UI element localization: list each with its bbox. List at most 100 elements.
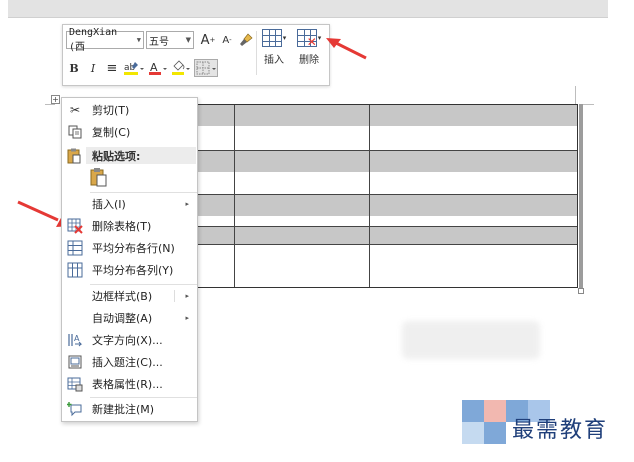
submenu-arrow-icon: ▸	[185, 314, 189, 322]
paste-icon	[67, 148, 83, 164]
borders-button[interactable]	[194, 59, 218, 77]
menu-item-label: 自动调整(A)	[92, 312, 153, 325]
table-selection-bar	[579, 104, 583, 288]
shrink-font-button[interactable]: A-	[219, 31, 235, 49]
font-color-icon: A	[149, 61, 167, 75]
chevron-down-icon: ▾	[282, 34, 287, 42]
menu-item-border-styles[interactable]: 边框样式(B) ▸	[62, 286, 197, 306]
menu-item-text-direction[interactable]: A 文字方向(X)...	[62, 330, 197, 350]
new-comment-icon	[67, 401, 83, 417]
context-menu: ✂ 剪切(T) 复制(C) 粘贴选项: 插入(I) ▸ 删除表格(T) 平均分布…	[61, 97, 198, 422]
text-direction-icon: A	[67, 332, 83, 348]
insert-table-icon	[261, 29, 282, 47]
delete-label: 删除	[299, 55, 319, 66]
table-column-divider[interactable]	[369, 105, 370, 287]
document-table[interactable]	[197, 104, 578, 288]
table-resize-handle[interactable]	[578, 288, 584, 294]
menu-separator	[90, 284, 197, 285]
font-size-value: 五号	[149, 36, 169, 48]
paste-options-header: 粘贴选项:	[86, 147, 196, 164]
menu-separator	[90, 192, 197, 193]
shading-button[interactable]	[171, 59, 191, 77]
menu-item-distribute-columns[interactable]: 平均分布各列(Y)	[62, 260, 197, 280]
watermark-logo: 最需教育	[462, 400, 628, 444]
distribute-columns-icon	[67, 262, 83, 278]
font-name-select[interactable]: DengXian (西 ▼	[66, 27, 144, 53]
copy-icon	[67, 124, 83, 140]
grow-font-label: A	[200, 32, 210, 48]
italic-button[interactable]: I	[85, 59, 101, 77]
margin-guide-vertical	[575, 86, 576, 104]
menu-item-label: 剪切(T)	[92, 104, 130, 117]
chevron-down-icon: ▾	[317, 34, 322, 42]
margin-guide-top-left	[45, 104, 55, 105]
scissors-icon: ✂	[69, 103, 81, 117]
highlight-button[interactable]: ab	[123, 59, 145, 77]
table-row[interactable]	[198, 105, 577, 151]
table-move-handle[interactable]: +	[51, 95, 60, 104]
menu-item-distribute-rows[interactable]: 平均分布各行(N)	[62, 238, 197, 258]
italic-label: I	[90, 61, 96, 75]
table-row[interactable]	[198, 195, 577, 227]
menu-item-autofit[interactable]: 自动调整(A) ▸	[62, 308, 197, 328]
svg-text:A: A	[74, 334, 80, 343]
menu-item-delete-table[interactable]: 删除表格(T)	[62, 216, 197, 236]
split-divider	[174, 290, 175, 302]
menu-item-label: 删除表格(T)	[92, 220, 152, 233]
menu-item-label: 平均分布各行(N)	[92, 242, 175, 255]
chevron-down-icon: ▼	[136, 36, 141, 44]
submenu-arrow-icon: ▸	[185, 200, 189, 208]
annotation-arrow-top	[326, 38, 367, 60]
distribute-rows-icon	[67, 240, 83, 256]
menu-item-label: 边框样式(B)	[92, 290, 153, 303]
delete-table-button[interactable]: ✕ ▾ 删除	[294, 29, 324, 66]
paste-options-label: 粘贴选项:	[92, 150, 141, 163]
grow-font-button[interactable]: A +	[200, 31, 216, 49]
menu-item-copy[interactable]: 复制(C)	[62, 122, 197, 142]
font-color-button[interactable]: A	[148, 59, 168, 77]
insert-label: 插入	[264, 55, 284, 66]
menu-item-label: 新建批注(M)	[92, 403, 155, 416]
toolbar-divider	[256, 31, 257, 75]
borders-icon	[196, 61, 216, 75]
delete-table-icon	[67, 218, 83, 234]
table-column-divider[interactable]	[234, 105, 235, 287]
ribbon-bottom-strip	[8, 0, 608, 18]
font-size-select[interactable]: 五号 ▼	[146, 31, 194, 49]
bold-label: B	[69, 61, 79, 75]
chevron-down-icon: ▼	[185, 36, 191, 44]
table-properties-icon	[67, 376, 83, 392]
brush-icon	[240, 33, 253, 46]
watermark-text: 最需教育	[512, 418, 609, 443]
insert-table-button[interactable]: ▾ 插入	[259, 29, 289, 66]
paint-bucket-icon	[172, 60, 190, 75]
menu-item-cut[interactable]: ✂ 剪切(T)	[62, 100, 197, 120]
menu-item-insert[interactable]: 插入(I) ▸	[62, 194, 197, 214]
insert-caption-icon	[67, 354, 83, 370]
table-row[interactable]	[198, 151, 577, 195]
menu-item-label: 平均分布各列(Y)	[92, 264, 174, 277]
align-center-icon: ≡	[106, 60, 118, 76]
bold-button[interactable]: B	[66, 59, 82, 77]
font-name-value: DengXian (西	[69, 27, 118, 53]
menu-separator	[90, 397, 197, 398]
menu-item-insert-caption[interactable]: 插入题注(C)...	[62, 352, 197, 372]
clipboard-icon	[90, 168, 107, 187]
highlighter-icon: ab	[124, 62, 144, 75]
menu-item-label: 表格属性(R)...	[92, 378, 163, 391]
red-x-icon: ✕	[306, 35, 317, 49]
blurred-region	[402, 321, 540, 359]
table-row[interactable]	[198, 227, 577, 245]
menu-item-new-comment[interactable]: 新建批注(M)	[62, 399, 197, 419]
paste-keep-formatting-button[interactable]	[88, 166, 110, 188]
menu-item-table-properties[interactable]: 表格属性(R)...	[62, 374, 197, 394]
table-row[interactable]	[198, 245, 577, 289]
menu-item-label: 文字方向(X)...	[92, 334, 163, 347]
mini-toolbar: DengXian (西 ▼ 五号 ▼ A + A- B I ≡ ab A ▾ 插…	[62, 24, 330, 86]
shrink-font-label: A	[222, 34, 230, 46]
format-painter-button[interactable]	[238, 31, 254, 49]
menu-item-label: 插入(I)	[92, 198, 126, 211]
menu-item-label: 插入题注(C)...	[92, 356, 163, 369]
submenu-arrow-icon: ▸	[185, 292, 189, 300]
center-align-button[interactable]: ≡	[104, 59, 120, 77]
